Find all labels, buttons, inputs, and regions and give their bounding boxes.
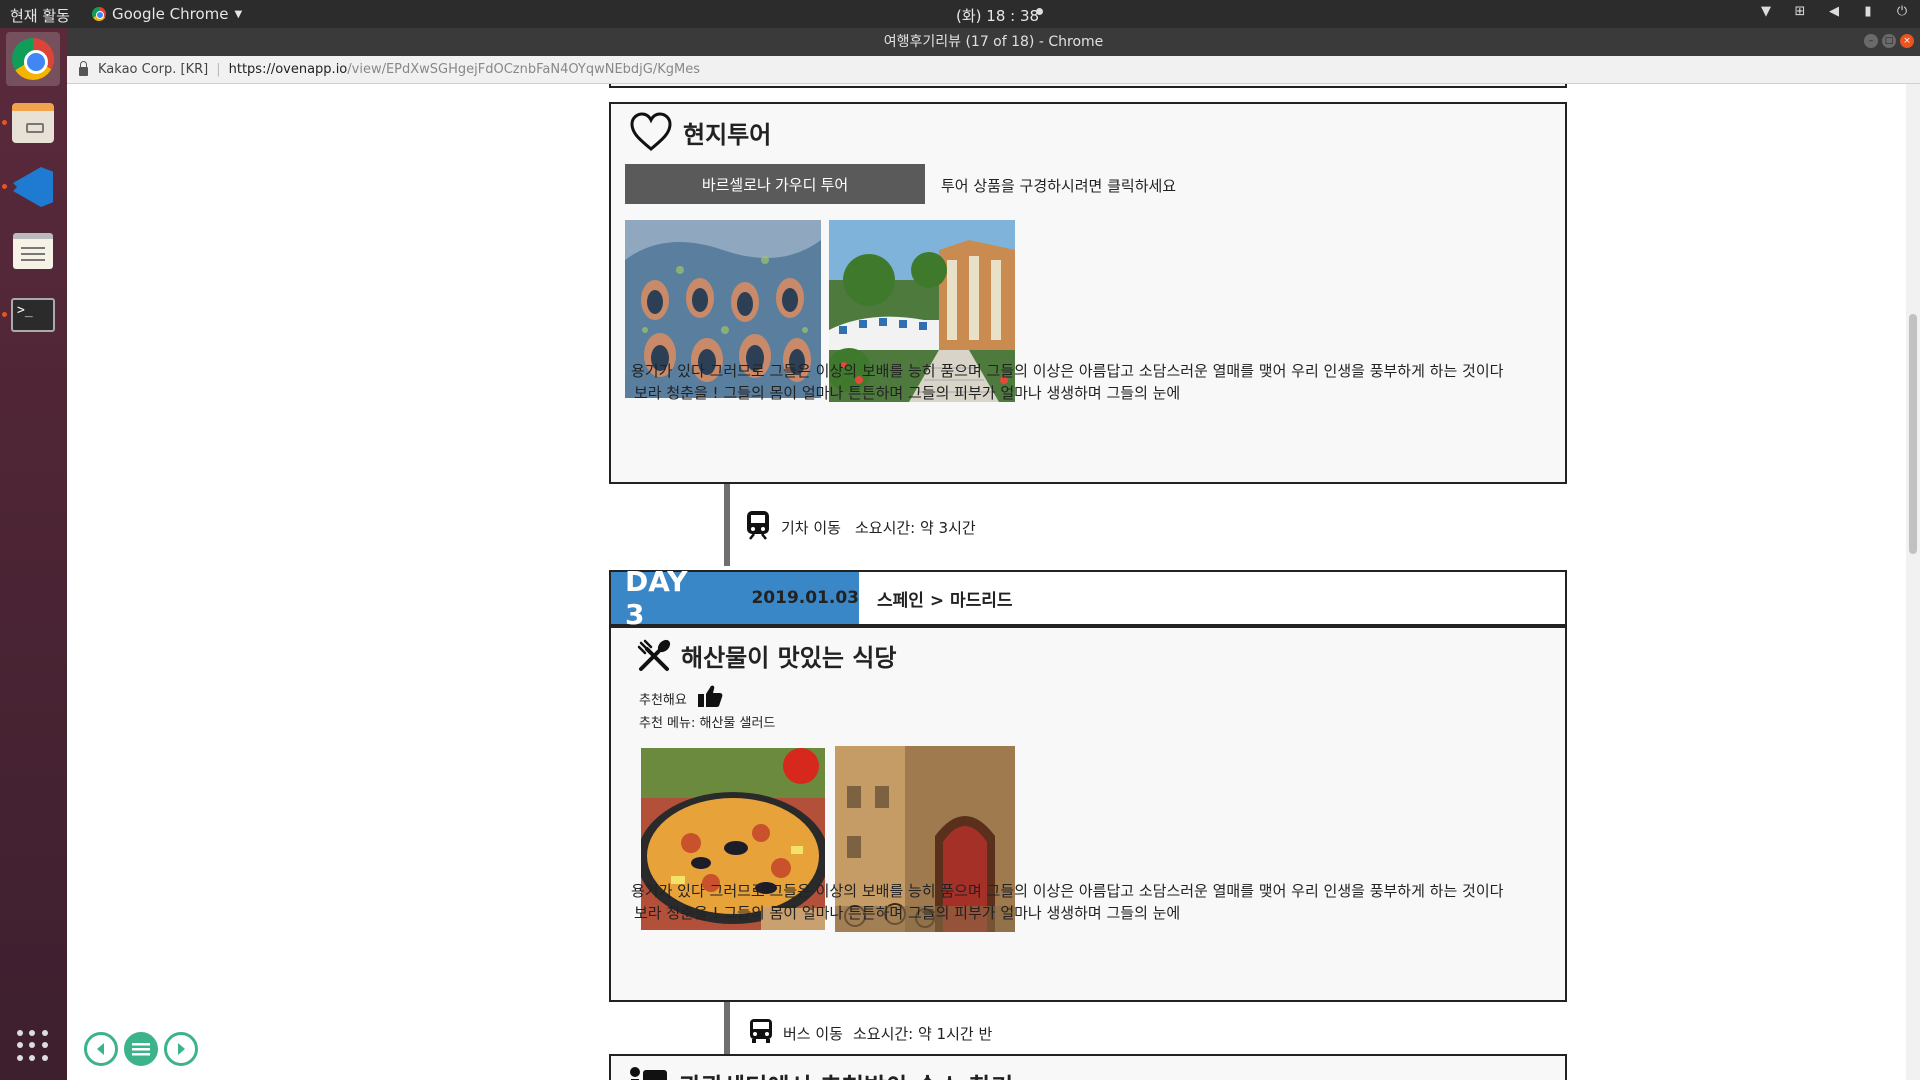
site-identity[interactable]: Kakao Corp. [KR] (98, 62, 208, 77)
notification-dot-icon (1036, 8, 1043, 15)
running-indicator (2, 184, 7, 189)
terminal-icon: >_ (11, 298, 55, 332)
address-bar[interactable]: Kakao Corp. [KR] | https://ovenapp.io /v… (67, 56, 1920, 84)
utensils-icon (637, 639, 671, 673)
local-tour-card: 현지투어 바르셀로나 가우디 투어 투어 상품을 구경하시려면 클릭하세요 용기… (609, 102, 1567, 484)
menu-icon (132, 1043, 150, 1056)
transfer-mode: 버스 이동 (783, 1024, 843, 1043)
chrome-icon (92, 7, 106, 21)
train-icon (745, 510, 771, 544)
day-header: DAY 3 2019.01.03 스페인 > 마드리드 (609, 565, 1567, 631)
launcher-text-editor[interactable] (6, 224, 60, 278)
lock-icon[interactable] (79, 61, 88, 76)
page-scrollbar[interactable] (1906, 84, 1920, 1080)
next-page-button[interactable] (164, 1032, 198, 1066)
page-content: 현지투어 바르셀로나 가우디 투어 투어 상품을 구경하시려면 클릭하세요 용기… (67, 84, 1920, 1080)
clock[interactable]: (화) 18 : 38 (956, 5, 1039, 26)
close-button[interactable]: × (1900, 34, 1914, 48)
transfer-row: 버스 이동 소요시간: 약 1시간 반 (749, 1018, 992, 1048)
chevron-down-icon[interactable]: ▼ (1758, 4, 1774, 20)
heart-icon (629, 112, 673, 152)
card-heading: 해산물이 맛있는 식당 (637, 638, 896, 673)
arrow-left-icon (97, 1043, 104, 1055)
vscode-icon (13, 167, 53, 207)
day-date: 2019.01.03 (751, 588, 859, 608)
url-path[interactable]: /view/EPdXwSGHgejFdOCznbFaN4OYqwNEbdjG/K… (347, 62, 700, 77)
next-card: 관광센터에서 추천받아 숙소 찾기 (609, 1054, 1567, 1080)
card-title: 현지투어 (683, 120, 772, 149)
description-line: 보라 청춘을 ! 그들의 몸이 얼마나 튼튼하며 그들의 피부가 얼마나 생생하… (634, 904, 1181, 922)
transfer-mode: 기차 이동 (781, 518, 841, 537)
url-host[interactable]: https://ovenapp.io (229, 62, 348, 77)
network-icon[interactable]: ⊞ (1792, 4, 1808, 20)
apps-grid-icon[interactable] (17, 1030, 49, 1062)
launcher-files[interactable] (2, 96, 60, 150)
restaurant-card: 해산물이 맛있는 식당 추천해요 추천 메뉴: 해산물 샐러드 용기가 있다 그… (609, 626, 1567, 1002)
app-menu[interactable]: Google Chrome ▼ (92, 5, 242, 23)
running-indicator (2, 312, 7, 317)
day-route: 스페인 > 마드리드 (877, 590, 1013, 611)
scrollbar-thumb[interactable] (1909, 314, 1917, 554)
minimize-button[interactable]: – (1864, 34, 1878, 48)
transfer-duration: 소요시간: 약 1시간 반 (852, 1024, 993, 1043)
recommend-row: 추천해요 (639, 684, 723, 712)
power-icon[interactable]: ⏻ (1894, 4, 1910, 20)
battery-icon[interactable]: ▮ (1860, 4, 1876, 20)
transfer-row: 기차 이동 소요시간: 약 3시간 (745, 510, 976, 544)
thumbs-up-icon[interactable] (697, 684, 723, 712)
launcher-terminal[interactable]: >_ (2, 288, 60, 342)
recommended-menu: 추천 메뉴: 해산물 샐러드 (639, 716, 776, 731)
card-heading: 현지투어 (629, 112, 771, 152)
gaudi-tour-button[interactable]: 바르셀로나 가우디 투어 (625, 164, 925, 204)
activities-button[interactable]: 현재 활동 (10, 5, 70, 26)
description-line: 보라 청춘을 ! 그들의 몸이 얼마나 튼튼하며 그들의 피부가 얼마나 생생하… (634, 384, 1181, 402)
card-title: 해산물이 맛있는 식당 (681, 644, 897, 672)
recommend-label: 추천해요 (639, 692, 687, 708)
card-title: 관광센터에서 추천받아 숙소 찾기 (679, 1067, 1013, 1080)
tour-hint: 투어 상품을 구경하시려면 클릭하세요 (941, 177, 1177, 195)
launcher-vscode[interactable] (2, 160, 60, 214)
previous-page-button[interactable] (84, 1032, 118, 1066)
bus-icon (749, 1018, 773, 1048)
description-line: 용기가 있다 그러므로 그들은 이상의 보배를 능히 품으며 그들의 이상은 아… (631, 362, 1504, 380)
launcher-chrome[interactable] (6, 32, 60, 86)
previous-card-bottom (609, 84, 1567, 88)
chevron-down-icon: ▼ (234, 8, 243, 20)
maximize-button[interactable]: □ (1882, 34, 1896, 48)
card-heading: 관광센터에서 추천받아 숙소 찾기 (629, 1066, 1013, 1080)
app-menu-label: Google Chrome (112, 5, 229, 23)
text-editor-icon (13, 233, 53, 269)
window-controls: – □ × (1864, 34, 1914, 48)
divider: | (216, 62, 221, 77)
restaurant-description: 용기가 있다 그러므로 그들은 이상의 보배를 능히 품으며 그들의 이상은 아… (631, 880, 1551, 924)
menu-button[interactable] (124, 1032, 158, 1066)
window-title-bar: 여행후기리뷰 (17 of 18) - Chrome – □ × (67, 28, 1920, 56)
tour-description: 용기가 있다 그러므로 그들은 이상의 보배를 능히 품으며 그들의 이상은 아… (631, 360, 1551, 404)
timeline-connector (724, 484, 730, 566)
description-line: 용기가 있다 그러므로 그들은 이상의 보배를 능히 품으며 그들의 이상은 아… (631, 882, 1504, 900)
info-icon (629, 1066, 669, 1080)
day-badge: DAY 3 2019.01.03 (611, 565, 859, 631)
system-top-bar: 현재 활동 Google Chrome ▼ (화) 18 : 38 ▼ ⊞ ◀ … (0, 0, 1920, 28)
arrow-right-icon (178, 1043, 185, 1055)
running-indicator (2, 120, 7, 125)
files-icon (12, 103, 54, 143)
transfer-duration: 소요시간: 약 3시간 (854, 518, 976, 537)
window-title: 여행후기리뷰 (17 of 18) - Chrome (883, 34, 1104, 50)
system-tray[interactable]: ▼ ⊞ ◀ ▮ ⏻ (1758, 4, 1910, 20)
volume-icon[interactable]: ◀ (1826, 4, 1842, 20)
launcher-dock: >_ (0, 28, 67, 1080)
day-label: DAY 3 (625, 565, 688, 631)
chrome-icon (12, 38, 54, 80)
